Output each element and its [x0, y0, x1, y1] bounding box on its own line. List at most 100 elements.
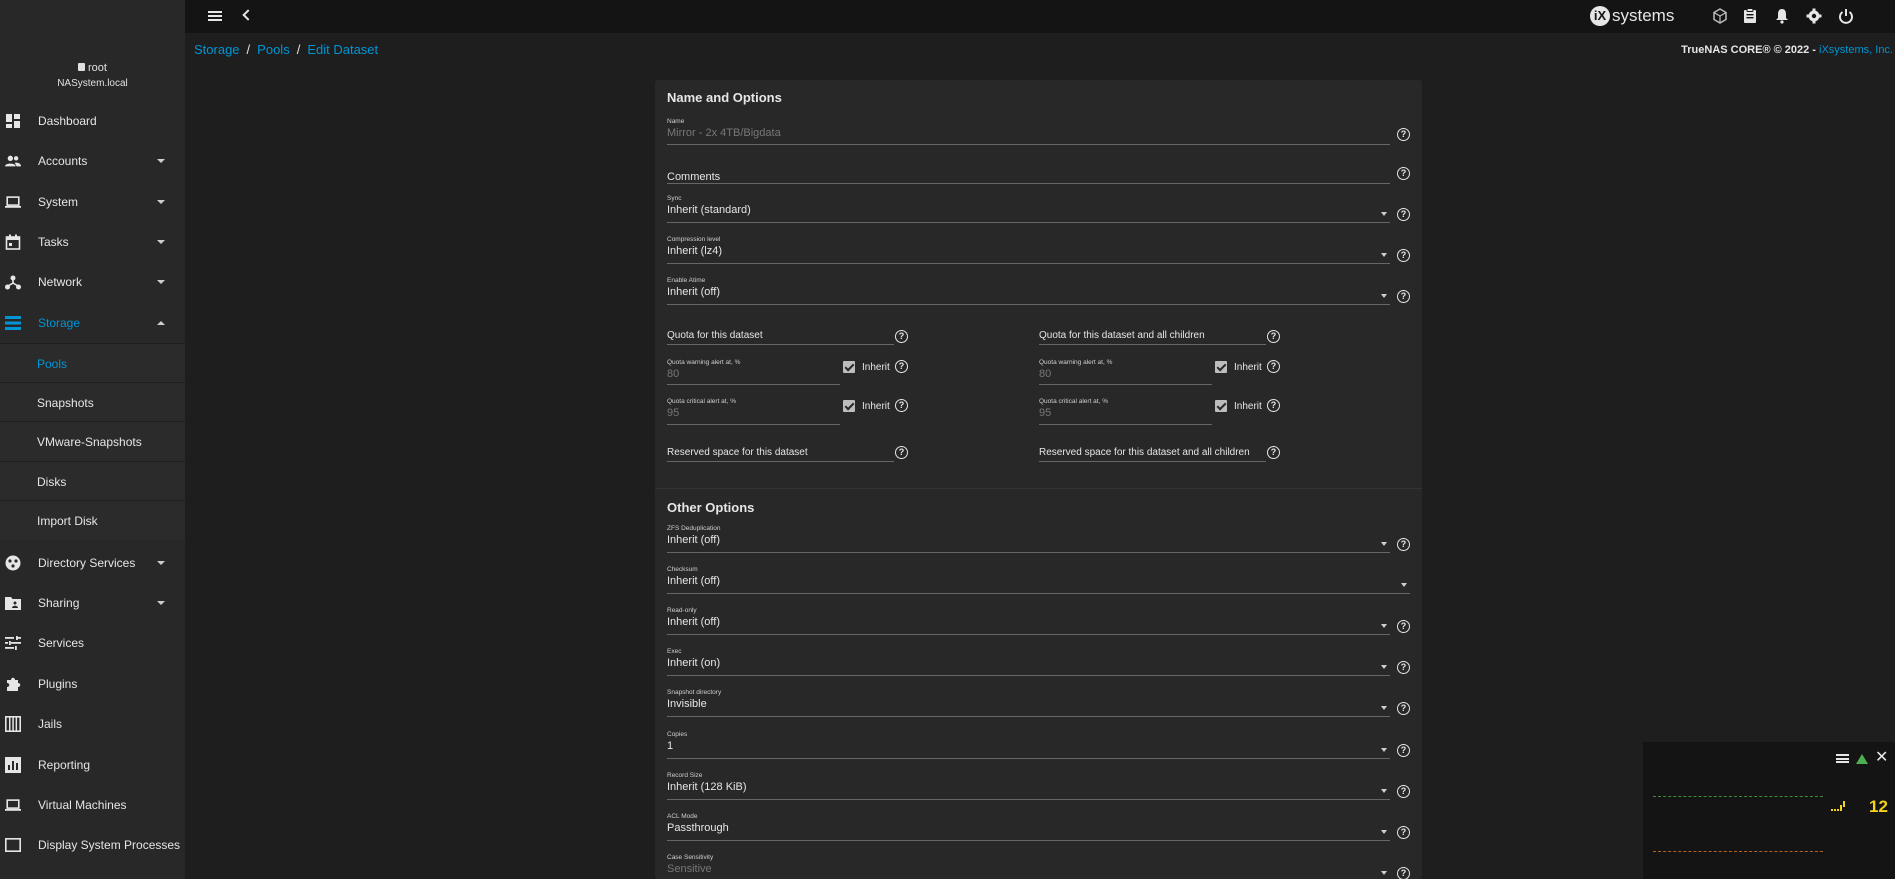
- help-icon[interactable]: ?: [1397, 538, 1410, 551]
- sidebar-item-network[interactable]: Network: [0, 262, 185, 302]
- help-icon[interactable]: ?: [1397, 702, 1410, 715]
- widget-menu-icon[interactable]: [1836, 754, 1849, 763]
- inherit-checkbox[interactable]: [843, 361, 855, 373]
- dropdown-caret-icon[interactable]: [1381, 212, 1387, 216]
- reserved-dataset-label[interactable]: Reserved space for this dataset: [667, 447, 808, 458]
- sidebar-item-dashboard[interactable]: Dashboard: [0, 101, 185, 141]
- back-chevron-icon[interactable]: [242, 9, 254, 21]
- dropdown-caret-icon[interactable]: [1381, 706, 1387, 710]
- dropdown-caret-icon[interactable]: [1381, 789, 1387, 793]
- help-icon[interactable]: ?: [895, 330, 908, 343]
- section-divider: [655, 488, 1422, 489]
- inherit-checkbox[interactable]: [1215, 361, 1227, 373]
- help-icon[interactable]: ?: [1397, 249, 1410, 262]
- quota-critical-label: Quota critical alert at, %: [667, 398, 736, 405]
- help-icon[interactable]: ?: [1397, 167, 1410, 180]
- sidebar-item-directory-services[interactable]: Directory Services: [0, 543, 185, 583]
- sidebar-item-services[interactable]: Services: [0, 623, 185, 663]
- sidebar: root NASystem.local Dashboard Accounts Sys…: [0, 0, 185, 879]
- recordsize-select[interactable]: Record Size Inherit (128 KiB): [667, 772, 746, 793]
- sidebar-subitem-import-disk[interactable]: Import Disk: [0, 500, 185, 540]
- help-icon[interactable]: ?: [1397, 661, 1410, 674]
- dropdown-caret-icon[interactable]: [1401, 583, 1407, 587]
- sidebar-subitem-vmware-snapshots[interactable]: VMware-Snapshots: [0, 421, 185, 461]
- help-icon[interactable]: ?: [1397, 290, 1410, 303]
- aclmode-select[interactable]: ACL Mode Passthrough: [667, 813, 729, 834]
- sidebar-subitem-disks[interactable]: Disks: [0, 461, 185, 501]
- quota-critical-left[interactable]: Quota critical alert at, % 95: [667, 398, 736, 419]
- help-icon[interactable]: ?: [1397, 744, 1410, 757]
- compression-value: Inherit (lz4): [667, 245, 723, 257]
- exec-select[interactable]: Exec Inherit (on): [667, 648, 720, 669]
- sidebar-item-tasks[interactable]: Tasks: [0, 222, 185, 262]
- snapdir-select[interactable]: Snapshot directory Invisible: [667, 689, 721, 710]
- breadcrumb-pools[interactable]: Pools: [257, 42, 290, 57]
- quota-warning-left[interactable]: Quota warning alert at, % 80: [667, 359, 740, 380]
- breadcrumb-separator: /: [296, 42, 301, 57]
- readonly-select[interactable]: Read-only Inherit (off): [667, 607, 720, 628]
- casesens-select[interactable]: Case Sensitivity Sensitive: [667, 854, 713, 875]
- recordsize-underline: [667, 799, 1390, 800]
- sidebar-item-jails[interactable]: Jails: [0, 704, 185, 744]
- help-icon[interactable]: ?: [895, 446, 908, 459]
- help-icon[interactable]: ?: [1267, 399, 1280, 412]
- sidebar-subitem-pools[interactable]: Pools: [0, 343, 185, 383]
- sidebar-item-sharing[interactable]: Sharing: [0, 583, 185, 623]
- checksum-select[interactable]: Checksum Inherit (off): [667, 566, 720, 587]
- help-icon[interactable]: ?: [1267, 330, 1280, 343]
- dropdown-caret-icon[interactable]: [1381, 294, 1387, 298]
- help-icon[interactable]: ?: [1397, 826, 1410, 839]
- sidebar-item-system[interactable]: System: [0, 182, 185, 222]
- quota-critical-right[interactable]: Quota critical alert at, % 95: [1039, 398, 1108, 419]
- help-icon[interactable]: ?: [1267, 360, 1280, 373]
- dropdown-caret-icon[interactable]: [1381, 830, 1387, 834]
- sidebar-item-virtual-machines[interactable]: Virtual Machines: [0, 785, 185, 825]
- inherit-checkbox[interactable]: [1215, 400, 1227, 412]
- sidebar-item-accounts[interactable]: Accounts: [0, 141, 185, 181]
- tune-icon: [5, 635, 21, 651]
- copies-select[interactable]: Copies 1: [667, 731, 687, 752]
- help-icon[interactable]: ?: [1397, 620, 1410, 633]
- dropdown-caret-icon[interactable]: [1381, 542, 1387, 546]
- clipboard-icon[interactable]: [1740, 6, 1760, 26]
- dropdown-caret-icon[interactable]: [1381, 748, 1387, 752]
- help-icon[interactable]: ?: [895, 399, 908, 412]
- quota-warning-right[interactable]: Quota warning alert at, % 80: [1039, 359, 1112, 380]
- truecommand-icon[interactable]: [1710, 6, 1730, 26]
- sidebar-item-storage[interactable]: Storage: [0, 303, 185, 343]
- breadcrumb-edit-dataset[interactable]: Edit Dataset: [307, 42, 378, 57]
- copyright-link[interactable]: iXsystems, Inc.: [1819, 44, 1893, 56]
- sidebar-item-display-system-processes[interactable]: Display System Processes: [0, 825, 185, 865]
- atime-select[interactable]: Enable Atime Inherit (off): [667, 277, 720, 298]
- hamburger-menu-icon[interactable]: [208, 11, 222, 21]
- comments-field[interactable]: Comments: [667, 169, 720, 183]
- terminal-icon: [5, 837, 21, 853]
- reserved-children-label[interactable]: Reserved space for this dataset and all …: [1039, 447, 1250, 458]
- help-icon[interactable]: ?: [1267, 446, 1280, 459]
- compression-underline: [667, 263, 1390, 264]
- dropdown-caret-icon[interactable]: [1381, 871, 1387, 875]
- dropdown-caret-icon[interactable]: [1381, 624, 1387, 628]
- sidebar-subitem-snapshots[interactable]: Snapshots: [0, 382, 185, 422]
- compression-select[interactable]: Compression level Inherit (lz4): [667, 236, 722, 257]
- dedup-select[interactable]: ZFS Deduplication Inherit (off): [667, 525, 720, 546]
- help-icon[interactable]: ?: [1397, 128, 1410, 141]
- help-icon[interactable]: ?: [1397, 785, 1410, 798]
- help-icon[interactable]: ?: [895, 360, 908, 373]
- dropdown-caret-icon[interactable]: [1381, 665, 1387, 669]
- dropdown-caret-icon[interactable]: [1381, 253, 1387, 257]
- dedup-underline: [667, 552, 1390, 553]
- puzzle-icon: [5, 676, 21, 692]
- gear-icon[interactable]: [1804, 6, 1824, 26]
- power-icon[interactable]: [1836, 6, 1856, 26]
- widget-close-icon[interactable]: ✕: [1875, 750, 1888, 766]
- bell-icon[interactable]: [1772, 6, 1792, 26]
- widget-expand-icon[interactable]: [1856, 754, 1868, 764]
- breadcrumb-storage[interactable]: Storage: [194, 42, 240, 57]
- sidebar-item-plugins[interactable]: Plugins: [0, 664, 185, 704]
- sync-select[interactable]: Sync Inherit (standard): [667, 195, 751, 216]
- inherit-checkbox[interactable]: [843, 400, 855, 412]
- help-icon[interactable]: ?: [1397, 208, 1410, 221]
- help-icon[interactable]: ?: [1397, 867, 1410, 879]
- sidebar-item-reporting[interactable]: Reporting: [0, 745, 185, 785]
